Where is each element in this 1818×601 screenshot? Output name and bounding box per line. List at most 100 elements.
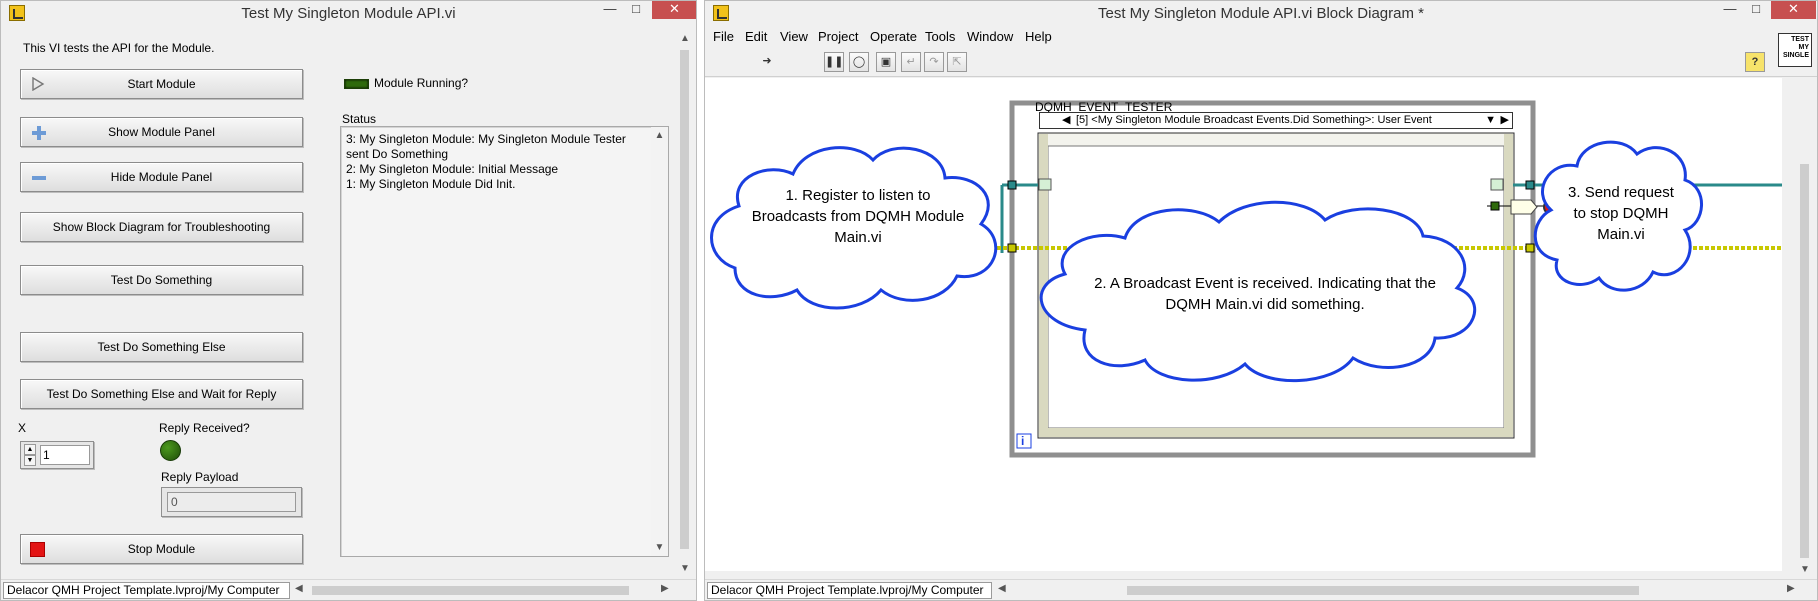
show-block-diagram-button[interactable]: Show Block Diagram for Troubleshooting xyxy=(20,212,303,242)
front-panel-title: Test My Singleton Module API.vi xyxy=(241,5,456,22)
menu-window[interactable]: Window xyxy=(967,29,1013,44)
cloud-2-text: 2. A Broadcast Event is received. Indica… xyxy=(1094,275,1436,313)
fp-hscroll-thumb[interactable] xyxy=(312,586,629,595)
cloud-3-text: 3. Send request to stop DQMH Main.vi xyxy=(1568,184,1674,243)
bd-project-path: Delacor QMH Project Template.lvproj/My C… xyxy=(707,582,992,599)
start-module-button[interactable]: Start Module xyxy=(20,69,303,99)
x-label: X xyxy=(18,421,27,435)
highlight-execution-icon[interactable]: ◯ xyxy=(849,52,869,72)
block-diagram-title: Test My Singleton Module API.vi Block Di… xyxy=(1098,5,1424,22)
bd-scroll-down-icon[interactable]: ▼ xyxy=(1796,564,1814,575)
event-right-hatch xyxy=(1504,134,1513,437)
bd-vscroll-thumb[interactable] xyxy=(1800,164,1809,558)
test-do-something-label: Test Do Something xyxy=(110,273,213,287)
bd-hscroll-left-icon[interactable]: ◀ xyxy=(998,583,1006,594)
bd-maximize-icon[interactable]: □ xyxy=(1743,1,1769,19)
front-panel-window: Test My Singleton Module API.vi — □ ✕ Th… xyxy=(0,0,697,601)
or-gate xyxy=(1510,199,1538,215)
bd-close-icon[interactable]: ✕ xyxy=(1771,1,1816,19)
test-do-something-else-wait-label: Test Do Something Else and Wait for Repl… xyxy=(46,387,277,401)
x-increment-icon[interactable]: ▲ xyxy=(24,444,36,455)
menu-help[interactable]: Help xyxy=(1025,29,1052,44)
bd-toolbar: ➜ ❚❚ ◯ ▣ ↵ ↷ ⇱ ? xyxy=(705,47,1817,77)
menu-file[interactable]: File xyxy=(713,29,734,44)
x-value-field[interactable]: 1 xyxy=(40,445,90,465)
start-module-label: Start Module xyxy=(127,77,196,91)
status-string-indicator[interactable]: 3: My Singleton Module: My Singleton Mod… xyxy=(340,126,669,557)
module-running-led xyxy=(344,79,369,89)
event-reg-node xyxy=(1038,178,1052,191)
stop-module-button[interactable]: Stop Module xyxy=(20,534,303,564)
event-case-selector[interactable]: [5] <My Singleton Module Broadcast Event… xyxy=(1039,112,1513,129)
case-dropdown-icon[interactable]: ▼ xyxy=(1485,113,1496,128)
bd-minimize-icon[interactable]: — xyxy=(1717,1,1743,19)
block-diagram-window: Test My Singleton Module API.vi Block Di… xyxy=(704,0,1818,601)
play-outline-icon xyxy=(32,77,45,91)
bd-vscroll[interactable]: ▼ xyxy=(1796,78,1814,581)
show-module-panel-label: Show Module Panel xyxy=(108,125,215,139)
menu-operate[interactable]: Operate xyxy=(870,29,917,44)
hide-module-panel-label: Hide Module Panel xyxy=(110,170,213,184)
block-diagram-titlebar[interactable]: Test My Singleton Module API.vi Block Di… xyxy=(705,1,1817,26)
hide-module-panel-button[interactable]: Hide Module Panel xyxy=(20,162,303,192)
bd-hscroll-right-icon[interactable]: ▶ xyxy=(1787,583,1795,594)
test-do-something-else-label: Test Do Something Else xyxy=(97,340,226,354)
fp-hscroll-left-icon[interactable]: ◀ xyxy=(295,583,303,594)
case-prev-icon[interactable]: ◀ xyxy=(1062,113,1070,128)
scroll-down-icon[interactable]: ▼ xyxy=(651,542,668,553)
test-do-something-button[interactable]: Test Do Something xyxy=(20,265,303,295)
bd-hscroll-thumb[interactable] xyxy=(1127,586,1639,595)
right-error-tunnel xyxy=(1525,243,1535,253)
fp-vscroll-thumb[interactable] xyxy=(680,50,689,549)
run-arrow-icon[interactable]: ➜ xyxy=(757,52,777,72)
vi-description: This VI tests the API for the Module. xyxy=(23,41,215,55)
reply-payload-value: 0 xyxy=(167,492,296,512)
scroll-up-icon[interactable]: ▲ xyxy=(651,130,668,141)
case-next-icon[interactable]: ▶ xyxy=(1501,113,1509,128)
fp-scroll-up-icon[interactable]: ▲ xyxy=(676,33,694,44)
front-panel-vscroll[interactable]: ▲ ▼ xyxy=(676,26,694,578)
stop-square-icon xyxy=(30,542,45,557)
step-into-icon[interactable]: ↵ xyxy=(901,52,921,72)
status-scrollbar[interactable]: ▲ ▼ xyxy=(651,127,668,556)
cloud-1-text: 1. Register to listen to Broadcasts from… xyxy=(751,187,965,246)
show-block-diagram-label: Show Block Diagram for Troubleshooting xyxy=(52,220,271,234)
maximize-icon[interactable]: □ xyxy=(623,1,649,19)
event-case-label: [5] <My Singleton Module Broadcast Event… xyxy=(1076,114,1432,126)
menu-tools[interactable]: Tools xyxy=(925,29,955,44)
vi-icon-text: TEST MY SINGLE xyxy=(1782,36,1809,59)
module-running-label: Module Running? xyxy=(374,76,469,90)
menu-view[interactable]: View xyxy=(780,29,808,44)
reply-payload-indicator: 0 xyxy=(161,487,302,517)
front-panel-titlebar[interactable]: Test My Singleton Module API.vi — □ ✕ xyxy=(1,1,696,26)
stop-module-label: Stop Module xyxy=(127,542,196,556)
left-error-tunnel xyxy=(1007,243,1017,253)
test-do-something-else-wait-button[interactable]: Test Do Something Else and Wait for Repl… xyxy=(20,379,303,409)
menu-project[interactable]: Project xyxy=(818,29,858,44)
loop-index-text: i xyxy=(1021,434,1024,448)
reply-payload-label: Reply Payload xyxy=(161,470,239,484)
diagram-svg: i xyxy=(710,100,1782,458)
show-module-panel-button[interactable]: Show Module Panel xyxy=(20,117,303,147)
x-numeric-control[interactable]: ▲ ▼ 1 xyxy=(20,441,94,469)
step-out-icon[interactable]: ⇱ xyxy=(947,52,967,72)
menu-edit[interactable]: Edit xyxy=(745,29,767,44)
context-help-icon[interactable]: ? xyxy=(1745,52,1765,72)
fp-hscroll-right-icon[interactable]: ▶ xyxy=(661,583,669,594)
reply-received-led xyxy=(160,440,181,461)
step-over-icon[interactable]: ↷ xyxy=(924,52,944,72)
fp-project-path: Delacor QMH Project Template.lvproj/My C… xyxy=(3,582,290,599)
vi-icon[interactable]: TEST MY SINGLE xyxy=(1778,33,1812,67)
event-out-node xyxy=(1490,178,1504,191)
retain-wire-values-icon[interactable]: ▣ xyxy=(876,52,896,72)
event-bottom-hatch xyxy=(1039,428,1513,437)
right-teal-tunnel xyxy=(1525,180,1535,190)
fp-scroll-down-icon[interactable]: ▼ xyxy=(676,563,694,574)
test-do-something-else-button[interactable]: Test Do Something Else xyxy=(20,332,303,362)
pause-icon[interactable]: ❚❚ xyxy=(824,52,844,72)
minimize-icon[interactable]: — xyxy=(597,1,623,19)
x-decrement-icon[interactable]: ▼ xyxy=(24,455,36,466)
close-icon[interactable]: ✕ xyxy=(652,1,696,19)
bd-statusbar: Delacor QMH Project Template.lvproj/My C… xyxy=(705,579,1817,600)
block-diagram-canvas[interactable]: i DQMH_EVENT_TESTER [5] <My Singleton Mo… xyxy=(705,78,1782,571)
